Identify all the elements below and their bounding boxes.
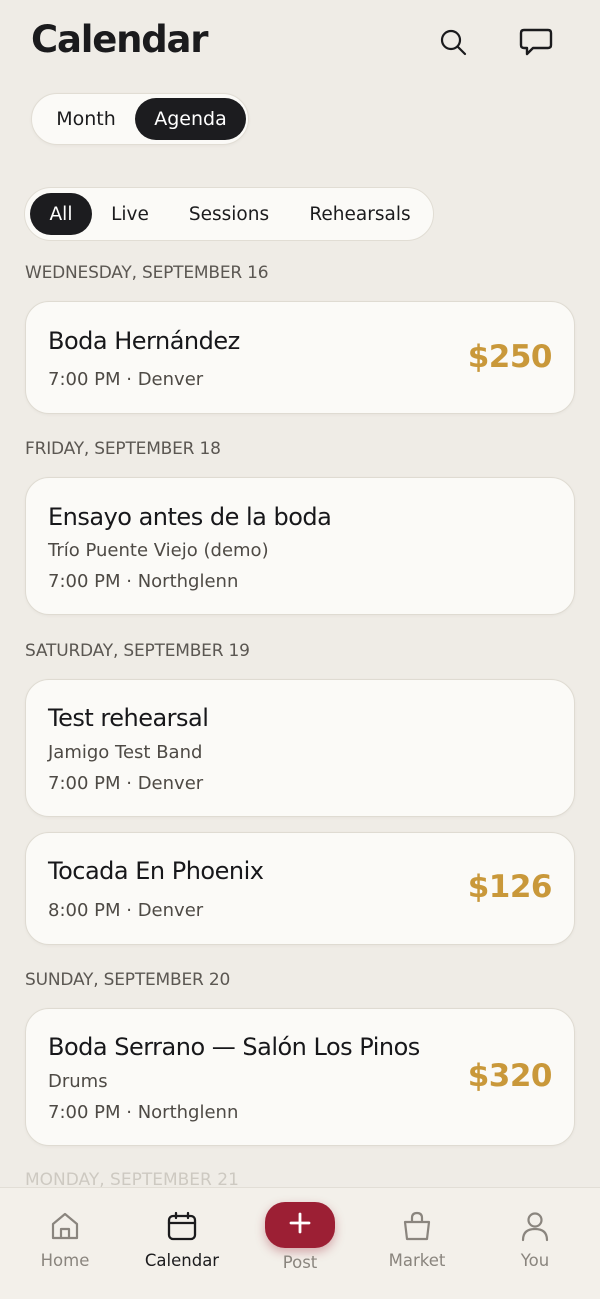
event-subtitle: Trío Puente Viejo (demo) bbox=[48, 540, 269, 561]
event-details: 7:00 PM · Northglenn bbox=[48, 1102, 239, 1123]
tab-market[interactable]: Market bbox=[357, 1188, 477, 1299]
filter-bar: All Live Sessions Rehearsals bbox=[24, 187, 434, 241]
month-toggle-button[interactable]: Month bbox=[38, 98, 134, 140]
search-icon[interactable] bbox=[433, 22, 473, 62]
filter-chip-sessions[interactable]: Sessions bbox=[178, 193, 280, 235]
event-price: $126 bbox=[467, 869, 553, 905]
day-header: SATURDAY, SEPTEMBER 19 bbox=[25, 641, 250, 661]
event-title: Boda Serrano — Salón Los Pinos bbox=[48, 1033, 420, 1061]
event-card[interactable]: Ensayo antes de la boda Trío Puente Viej… bbox=[25, 477, 575, 615]
event-details: 7:00 PM · Denver bbox=[48, 773, 204, 794]
day-header: FRIDAY, SEPTEMBER 18 bbox=[25, 439, 221, 459]
tab-label: Post bbox=[282, 1253, 318, 1272]
tab-you[interactable]: You bbox=[475, 1188, 595, 1299]
tab-home[interactable]: Home bbox=[5, 1188, 125, 1299]
event-details: 7:00 PM · Northglenn bbox=[48, 571, 239, 592]
filter-chip-all[interactable]: All bbox=[30, 193, 92, 235]
event-title: Test rehearsal bbox=[48, 704, 209, 732]
post-button[interactable] bbox=[265, 1202, 335, 1248]
agenda-toggle-button[interactable]: Agenda bbox=[135, 98, 246, 140]
home-icon bbox=[5, 1210, 125, 1242]
event-price: $250 bbox=[467, 339, 553, 375]
plus-icon bbox=[289, 1212, 311, 1238]
day-header: WEDNESDAY, SEPTEMBER 16 bbox=[25, 263, 269, 283]
chat-icon[interactable] bbox=[516, 22, 556, 62]
event-details: 8:00 PM · Denver bbox=[48, 900, 204, 921]
shopping-bag-icon bbox=[357, 1210, 477, 1242]
tab-label: Home bbox=[40, 1251, 90, 1270]
event-card[interactable]: Boda Hernández 7:00 PM · Denver $250 bbox=[25, 301, 575, 414]
event-title: Boda Hernández bbox=[48, 327, 240, 355]
tab-label: Calendar bbox=[144, 1251, 220, 1270]
header: Calendar bbox=[0, 0, 600, 80]
view-toggle: Month Agenda bbox=[31, 93, 249, 145]
page-title: Calendar bbox=[31, 18, 209, 61]
event-subtitle: Drums bbox=[48, 1071, 108, 1092]
filter-chip-rehearsals[interactable]: Rehearsals bbox=[301, 193, 419, 235]
tab-label: You bbox=[520, 1251, 550, 1270]
filter-chip-live[interactable]: Live bbox=[103, 193, 157, 235]
day-header: SUNDAY, SEPTEMBER 20 bbox=[25, 970, 231, 990]
event-details: 7:00 PM · Denver bbox=[48, 369, 204, 390]
event-price: $320 bbox=[467, 1058, 553, 1094]
tab-calendar[interactable]: Calendar bbox=[122, 1188, 242, 1299]
event-subtitle: Jamigo Test Band bbox=[48, 742, 203, 763]
calendar-icon bbox=[122, 1210, 242, 1242]
tab-label: Market bbox=[388, 1251, 446, 1270]
event-card[interactable]: Tocada En Phoenix 8:00 PM · Denver $126 bbox=[25, 832, 575, 945]
event-title: Tocada En Phoenix bbox=[48, 857, 264, 885]
event-card[interactable]: Boda Serrano — Salón Los Pinos Drums 7:0… bbox=[25, 1008, 575, 1146]
event-card[interactable]: Test rehearsal Jamigo Test Band 7:00 PM … bbox=[25, 679, 575, 817]
event-title: Ensayo antes de la boda bbox=[48, 503, 332, 531]
user-icon bbox=[475, 1210, 595, 1242]
